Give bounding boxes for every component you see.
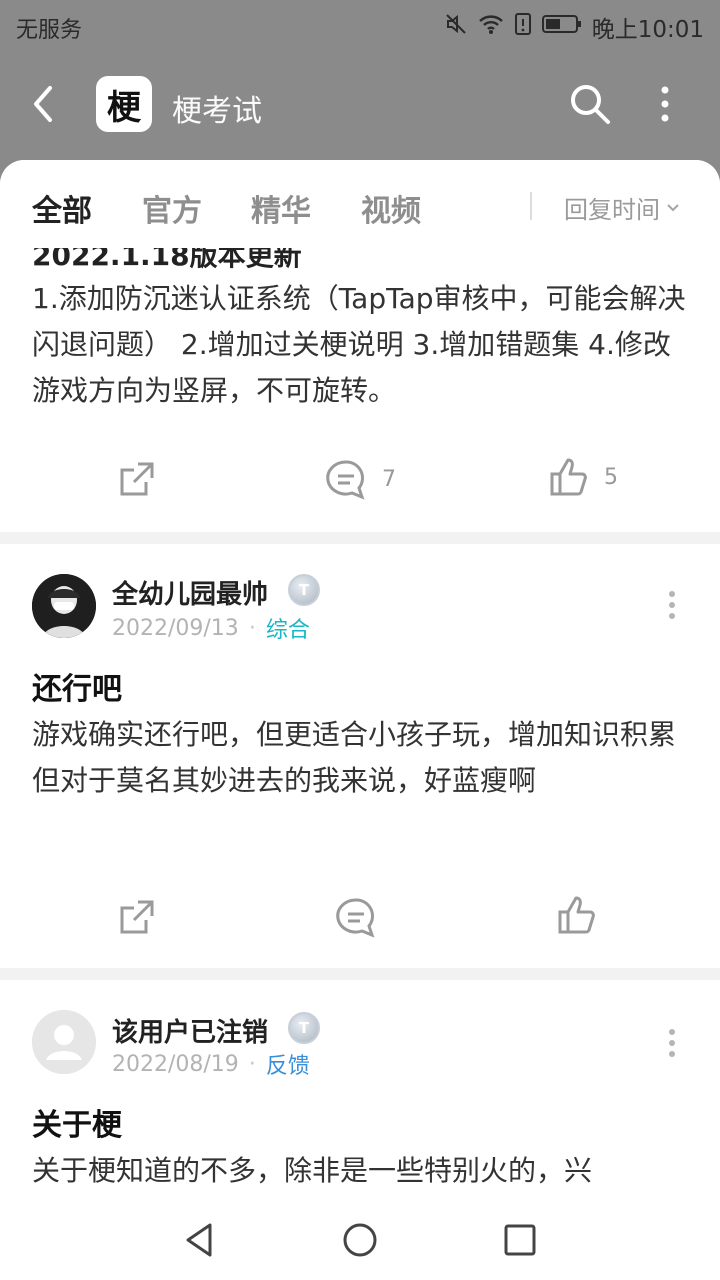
more-vertical-icon bbox=[669, 1029, 675, 1057]
circle-home-icon bbox=[343, 1223, 377, 1257]
back-button[interactable] bbox=[24, 80, 64, 128]
more-button[interactable] bbox=[650, 82, 680, 126]
comment-button[interactable]: 7 bbox=[324, 458, 396, 500]
triangle-back-icon bbox=[186, 1223, 212, 1257]
post-body[interactable]: 1.添加防沉迷认证系统（TapTap审核中，可能会解决闪退问题） 2.增加过关梗… bbox=[32, 276, 688, 414]
post-title[interactable]: 还行吧 bbox=[32, 664, 122, 708]
sort-dropdown[interactable]: 回复时间 bbox=[564, 190, 680, 225]
more-vertical-icon bbox=[669, 591, 675, 619]
nav-recents-button[interactable] bbox=[500, 1220, 540, 1260]
thumbs-up-icon bbox=[558, 896, 595, 934]
nav-back-button[interactable] bbox=[180, 1220, 220, 1260]
post-title[interactable]: 关于梗 bbox=[32, 1100, 122, 1144]
share-button[interactable] bbox=[116, 896, 158, 938]
wifi-icon bbox=[478, 13, 504, 41]
filter-tabs: 全部 官方 精华 视频 回复时间 bbox=[0, 160, 720, 248]
comment-count: 7 bbox=[382, 466, 396, 492]
comment-button[interactable] bbox=[334, 896, 378, 938]
chevron-down-icon bbox=[667, 203, 679, 211]
share-button[interactable] bbox=[116, 458, 158, 500]
level-badge-icon: T bbox=[288, 1012, 320, 1044]
sort-label: 回复时间 bbox=[564, 196, 660, 224]
content-sheet: 2022.1.18版本更新 1.添加防沉迷认证系统（TapTap审核中，可能会解… bbox=[0, 160, 720, 1280]
post-date: 2022/08/19 bbox=[112, 1051, 239, 1077]
thumbs-up-icon bbox=[550, 458, 587, 496]
username[interactable]: 全幼儿园最帅 bbox=[112, 574, 268, 611]
share-icon bbox=[120, 900, 154, 934]
post-options-button[interactable] bbox=[664, 590, 680, 620]
nav-home-button[interactable] bbox=[340, 1220, 380, 1260]
app-title: 梗考试 bbox=[172, 94, 262, 129]
comment-icon bbox=[326, 460, 365, 500]
post-category[interactable]: 反馈 bbox=[266, 1048, 310, 1080]
clock-text: 晚上10:01 bbox=[591, 17, 704, 43]
meta-dot: · bbox=[248, 1051, 256, 1077]
status-bar: 无服务 晚上10:01 bbox=[0, 0, 720, 52]
comment-icon bbox=[336, 898, 375, 938]
username[interactable]: 该用户已注销 bbox=[112, 1012, 268, 1049]
post-options-button[interactable] bbox=[664, 1028, 680, 1058]
post-date: 2022/09/13 bbox=[112, 615, 239, 641]
post-separator bbox=[0, 532, 720, 544]
search-icon bbox=[571, 85, 610, 124]
avatar[interactable] bbox=[32, 1010, 96, 1074]
like-count: 5 bbox=[604, 464, 618, 490]
like-button[interactable]: 5 bbox=[548, 456, 618, 498]
post-meta: 2022/08/19 · 反馈 bbox=[112, 1048, 310, 1080]
default-avatar-icon bbox=[32, 1010, 96, 1074]
post-body[interactable]: 游戏确实还行吧，但更适合小孩子玩，增加知识积累 但对于莫名其妙进去的我来说，好蓝… bbox=[32, 712, 688, 804]
back-icon bbox=[34, 86, 52, 122]
sim-alert-icon bbox=[514, 12, 532, 42]
like-button[interactable] bbox=[556, 894, 598, 936]
post-category[interactable]: 综合 bbox=[266, 612, 310, 644]
mute-icon bbox=[444, 12, 468, 42]
level-badge-icon: T bbox=[288, 574, 320, 606]
tab-official[interactable]: 官方 bbox=[142, 186, 202, 230]
avatar[interactable] bbox=[32, 574, 96, 638]
post-body[interactable]: 关于梗知道的不多，除非是一些特别火的，兴 bbox=[32, 1148, 688, 1194]
share-icon bbox=[120, 462, 154, 496]
app-logo[interactable]: 梗 bbox=[96, 76, 152, 132]
more-vertical-icon bbox=[661, 86, 669, 122]
tab-divider bbox=[530, 192, 532, 220]
avatar-image bbox=[32, 574, 96, 638]
search-button[interactable] bbox=[568, 82, 612, 126]
carrier-text: 无服务 bbox=[16, 18, 83, 43]
square-recents-icon bbox=[504, 1224, 536, 1256]
tab-all[interactable]: 全部 bbox=[32, 186, 92, 230]
tab-featured[interactable]: 精华 bbox=[251, 186, 311, 230]
post-separator bbox=[0, 968, 720, 980]
meta-dot: · bbox=[248, 615, 256, 641]
post-meta: 2022/09/13 · 综合 bbox=[112, 612, 310, 644]
app-header: 梗 梗考试 bbox=[0, 52, 720, 162]
system-nav-bar bbox=[0, 1200, 720, 1280]
post-list[interactable]: 2022.1.18版本更新 1.添加防沉迷认证系统（TapTap审核中，可能会解… bbox=[0, 160, 720, 1280]
tab-video[interactable]: 视频 bbox=[361, 186, 421, 230]
battery-icon bbox=[541, 13, 582, 41]
